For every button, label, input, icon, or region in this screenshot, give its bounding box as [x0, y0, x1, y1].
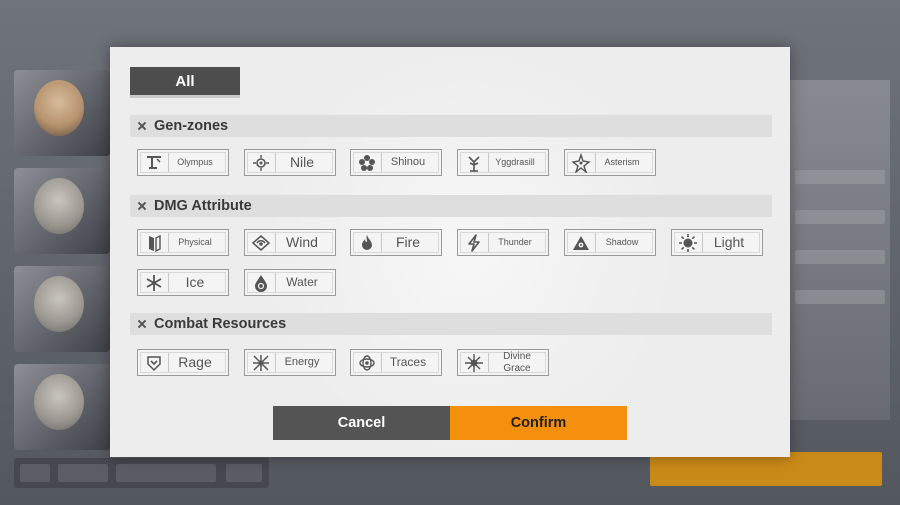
- filter-chip-physical[interactable]: Physical: [137, 229, 229, 256]
- section-title: DMG Attribute: [154, 198, 252, 214]
- wind-icon: [249, 231, 273, 255]
- filter-chip-energy[interactable]: Energy: [244, 349, 336, 376]
- thunder-icon: [462, 231, 486, 255]
- yggdrasill-icon: [462, 151, 486, 175]
- rage-icon: [142, 351, 166, 375]
- asterism-icon: [569, 151, 593, 175]
- traces-icon: [355, 351, 379, 375]
- background-toolbar: [14, 458, 269, 488]
- filter-chip-traces[interactable]: Traces: [350, 349, 442, 376]
- shadow-icon: [569, 231, 593, 255]
- filter-all-button[interactable]: All: [130, 67, 240, 98]
- filter-chip-light[interactable]: Light: [671, 229, 763, 256]
- filter-chip-thunder[interactable]: Thunder: [457, 229, 549, 256]
- section-header-gen-zones: Gen-zones: [130, 115, 772, 137]
- section-marker-icon: [138, 122, 146, 130]
- light-icon: [676, 231, 700, 255]
- fire-icon: [355, 231, 379, 255]
- filter-chip-shinou[interactable]: Shinou: [350, 149, 442, 176]
- filter-chip-yggdrasill[interactable]: Yggdrasill: [457, 149, 549, 176]
- filter-chip-nile[interactable]: Nile: [244, 149, 336, 176]
- section-title: Combat Resources: [154, 316, 287, 332]
- nile-icon: [249, 151, 273, 175]
- section-title: Gen-zones: [154, 118, 229, 134]
- filter-chip-wind[interactable]: Wind: [244, 229, 336, 256]
- filter-chip-water[interactable]: Water: [244, 269, 336, 296]
- energy-icon: [249, 351, 273, 375]
- filter-chip-divine-grace[interactable]: Divine Grace: [457, 349, 549, 376]
- character-portrait: [14, 266, 110, 352]
- filter-chip-ice[interactable]: Ice: [137, 269, 229, 296]
- character-portrait: [14, 168, 110, 254]
- cancel-button[interactable]: Cancel: [273, 406, 450, 440]
- divine-grace-icon: [462, 351, 486, 375]
- section-marker-icon: [138, 202, 146, 210]
- physical-icon: [142, 231, 166, 255]
- ice-icon: [142, 271, 166, 295]
- section-header-dmg-attribute: DMG Attribute: [130, 195, 772, 217]
- confirm-button[interactable]: Confirm: [450, 406, 627, 440]
- section-header-combat-resources: Combat Resources: [130, 313, 772, 335]
- filter-chip-asterism[interactable]: Asterism: [564, 149, 656, 176]
- character-portrait: [14, 70, 110, 156]
- filter-chip-rage[interactable]: Rage: [137, 349, 229, 376]
- filter-chip-shadow[interactable]: Shadow: [564, 229, 656, 256]
- olympus-icon: [142, 151, 166, 175]
- filter-chip-olympus[interactable]: Olympus: [137, 149, 229, 176]
- background-action-button: [650, 452, 882, 486]
- water-icon: [249, 271, 273, 295]
- filter-dialog: All Gen-zones Olympus Nile Shinou Yggdra…: [110, 47, 790, 457]
- filter-chip-fire[interactable]: Fire: [350, 229, 442, 256]
- character-portrait: [14, 364, 110, 450]
- shinou-icon: [355, 151, 379, 175]
- section-marker-icon: [138, 320, 146, 328]
